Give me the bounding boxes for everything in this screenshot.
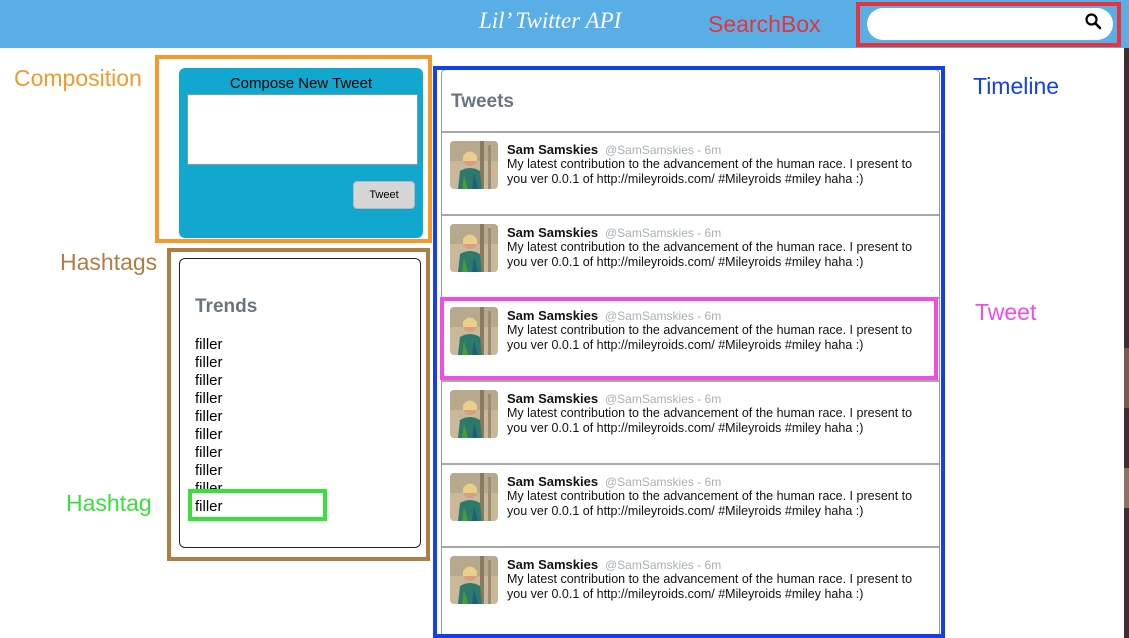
- trend-item[interactable]: filler: [195, 462, 223, 480]
- hashtags-annotation-label: Hashtags: [60, 249, 158, 275]
- compose-textarea[interactable]: [187, 94, 418, 165]
- top-bar: Lil’ Twitter API: [0, 0, 1129, 48]
- timeline-annotation-label: Timeline: [973, 73, 1060, 99]
- trend-item[interactable]: filler: [195, 354, 223, 372]
- tweet-item[interactable]: Sam Samskies @SamSamskies - 6m My latest c…: [442, 546, 939, 629]
- tweet-handle: @SamSamskies - 6m: [605, 226, 722, 240]
- timeline-heading: Tweets: [451, 91, 515, 112]
- tweet-item[interactable]: Sam Samskies @SamSamskies - 6m My latest c…: [442, 463, 939, 546]
- composition-annotation-label: Composition: [14, 65, 142, 91]
- search-input[interactable]: [867, 8, 1113, 40]
- tweet-author-name[interactable]: Sam Samskies: [507, 308, 598, 323]
- tweet-handle: @SamSamskies - 6m: [605, 143, 722, 157]
- tweet-item[interactable]: Sam Samskies @SamSamskies - 6m My latest c…: [442, 214, 939, 297]
- avatar[interactable]: [450, 390, 498, 438]
- avatar[interactable]: [450, 473, 498, 521]
- compose-heading: Compose New Tweet: [229, 75, 373, 92]
- avatar[interactable]: [450, 556, 498, 604]
- timeline-panel: Tweets Sam Samskies @SamSamskies - 6m My l…: [441, 69, 940, 635]
- tweet-text: My latest contribution to the advancemen…: [507, 489, 913, 518]
- tweet-author-name[interactable]: Sam Samskies: [507, 474, 598, 489]
- tweet-item[interactable]: Sam Samskies @SamSamskies - 6m My latest c…: [442, 380, 939, 463]
- tweet-item[interactable]: Sam Samskies @SamSamskies - 6m My latest c…: [442, 131, 939, 214]
- trends-list: filler filler filler filler filler fille…: [195, 336, 223, 516]
- tweet-annotation-label: Tweet: [975, 299, 1037, 325]
- tweet-text: My latest contribution to the advancemen…: [507, 157, 913, 186]
- trends-heading: Trends: [195, 296, 258, 317]
- search-icon[interactable]: [1084, 12, 1102, 30]
- trend-item[interactable]: filler: [195, 480, 223, 498]
- tweet-handle: @SamSamskies - 6m: [605, 475, 722, 489]
- searchbox-annotation-label: SearchBox: [708, 11, 821, 37]
- trends-panel: Trends filler filler filler filler fille…: [179, 258, 421, 548]
- app-title: Lil’ Twitter API: [479, 8, 622, 33]
- trend-item[interactable]: filler: [195, 390, 223, 408]
- trend-item[interactable]: filler: [195, 426, 223, 444]
- trend-item[interactable]: filler: [195, 372, 223, 390]
- app-window: Lil’ Twitter API Compose New Tweet Tweet…: [0, 0, 1129, 638]
- tweet-handle: @SamSamskies - 6m: [605, 392, 722, 406]
- trend-item[interactable]: filler: [195, 498, 223, 516]
- tweet-author-name[interactable]: Sam Samskies: [507, 557, 598, 572]
- trend-item[interactable]: filler: [195, 408, 223, 426]
- hashtag-annotation-label: Hashtag: [66, 490, 152, 516]
- tweet-text: My latest contribution to the advancemen…: [507, 406, 913, 435]
- trend-item[interactable]: filler: [195, 336, 223, 354]
- background-strip: [1124, 48, 1129, 638]
- trends-clip: Trends filler filler filler filler fille…: [180, 259, 420, 547]
- tweet-handle: @SamSamskies - 6m: [605, 558, 722, 572]
- tweet-author-name[interactable]: Sam Samskies: [507, 391, 598, 406]
- avatar[interactable]: [450, 141, 498, 189]
- tweet-button[interactable]: Tweet: [353, 181, 415, 209]
- trend-item[interactable]: filler: [195, 444, 223, 462]
- avatar[interactable]: [450, 224, 498, 272]
- tweet-item[interactable]: Sam Samskies @SamSamskies - 6m My latest c…: [442, 297, 939, 380]
- avatar[interactable]: [450, 307, 498, 355]
- tweet-handle: @SamSamskies - 6m: [605, 309, 722, 323]
- tweet-text: My latest contribution to the advancemen…: [507, 323, 913, 352]
- compose-panel: Compose New Tweet Tweet: [179, 68, 423, 238]
- tweet-author-name[interactable]: Sam Samskies: [507, 142, 598, 157]
- tweet-text: My latest contribution to the advancemen…: [507, 240, 913, 269]
- tweet-text: My latest contribution to the advancemen…: [507, 572, 913, 601]
- tweet-author-name[interactable]: Sam Samskies: [507, 225, 598, 240]
